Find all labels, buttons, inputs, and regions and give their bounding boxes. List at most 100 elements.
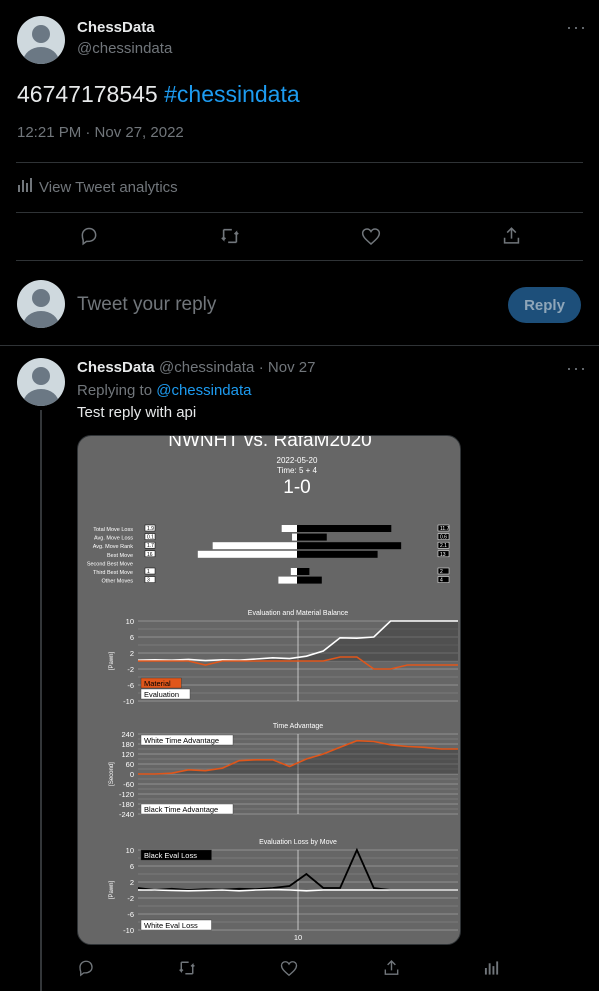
divider bbox=[16, 260, 583, 261]
stat-label: Other Moves bbox=[102, 579, 134, 585]
chart-svg: NWNHT vs. RafaM2020 2022-05-20 Time: 5 +… bbox=[87, 436, 458, 942]
y-tick-label: -2 bbox=[127, 665, 134, 674]
replying-handle-link[interactable]: @chessindata bbox=[156, 382, 251, 399]
stat-white-value: 1 bbox=[147, 569, 150, 575]
tweet-text-number: 46747178545 bbox=[17, 81, 158, 107]
stat-white-value: 1.9 bbox=[147, 526, 154, 532]
y-tick-label: 120 bbox=[121, 750, 134, 759]
chart-time-control: Time: 5 + 4 bbox=[277, 466, 317, 475]
stat-white-value: 16 bbox=[147, 552, 153, 558]
loss-chart: Evaluation Loss by Move 10 6 2 -2 -6 -10 [Pawn]… bbox=[109, 839, 458, 942]
y-tick-label: 240 bbox=[121, 730, 134, 739]
stat-bar-white bbox=[197, 550, 297, 558]
stat-bar-white bbox=[278, 576, 297, 584]
reply-reply-icon[interactable] bbox=[77, 959, 95, 977]
stat-bar-white bbox=[290, 568, 297, 575]
reply-author-handle[interactable]: @chessindata bbox=[159, 359, 254, 376]
legend-label: White Time Advantage bbox=[144, 736, 219, 745]
y-axis-label: [Pawn] bbox=[109, 651, 115, 670]
divider bbox=[16, 212, 583, 213]
retweet-icon[interactable] bbox=[219, 226, 241, 246]
reply-more-options-icon[interactable]: ··· bbox=[566, 359, 587, 377]
share-icon[interactable] bbox=[502, 226, 521, 246]
like-icon[interactable] bbox=[361, 227, 381, 246]
tweet-analytics-link[interactable]: View Tweet analytics bbox=[17, 178, 178, 196]
stat-bar-white bbox=[212, 542, 297, 550]
y-tick-label: -6 bbox=[127, 910, 134, 919]
stat-bar-black bbox=[297, 525, 392, 532]
reply-input[interactable] bbox=[77, 288, 487, 322]
reply-retweet-icon[interactable] bbox=[177, 959, 197, 977]
y-tick-label: -6 bbox=[127, 681, 134, 690]
stat-bar-black bbox=[297, 550, 378, 558]
y-tick-label: 6 bbox=[130, 633, 134, 642]
y-tick-label: -120 bbox=[119, 790, 134, 799]
y-tick-label: 6 bbox=[130, 862, 134, 871]
y-tick-label: -240 bbox=[119, 810, 134, 819]
reply-date[interactable]: · Nov 27 bbox=[259, 359, 316, 376]
stat-black-value: 2 bbox=[440, 569, 443, 575]
replying-prefix: Replying to bbox=[77, 382, 153, 399]
stat-bar-black bbox=[297, 576, 322, 584]
reply-icon[interactable] bbox=[79, 226, 99, 246]
time-chart: Time Advantage 240180120600-60-120-180-24… bbox=[109, 723, 458, 819]
reply-header: ChessData @chessindata · Nov 27 bbox=[77, 359, 315, 377]
stat-bar-black bbox=[297, 542, 402, 550]
stat-black-value: 0.6 bbox=[440, 535, 447, 541]
chart-title: Evaluation Loss by Move bbox=[259, 839, 337, 846]
stat-label: Avg. Move Rank bbox=[93, 544, 134, 550]
stat-white-value: 0.1 bbox=[147, 535, 154, 541]
reply-analytics-icon[interactable] bbox=[484, 961, 500, 975]
y-tick-label: 0 bbox=[130, 770, 134, 779]
stat-bar-black bbox=[297, 568, 310, 575]
analytics-label: View Tweet analytics bbox=[39, 178, 178, 196]
y-tick-label: -10 bbox=[123, 926, 134, 935]
stat-black-value: 2.1 bbox=[440, 543, 447, 549]
stat-label: Total Move Loss bbox=[93, 527, 133, 533]
divider bbox=[0, 345, 599, 346]
y-tick-label: 2 bbox=[130, 649, 134, 658]
legend-label: Black Eval Loss bbox=[144, 851, 197, 860]
stats-table: Total Move Loss 1.9 11.7 Avg. Move Loss 0.1 0… bbox=[87, 524, 450, 585]
stat-label: Avg. Move Loss bbox=[94, 536, 133, 542]
y-tick-label: -60 bbox=[123, 780, 134, 789]
thread-line bbox=[40, 410, 42, 991]
user-avatar[interactable] bbox=[17, 280, 65, 328]
reply-like-icon[interactable] bbox=[280, 960, 298, 977]
more-options-icon[interactable]: ··· bbox=[566, 18, 587, 36]
legend-label: Material bbox=[144, 679, 171, 688]
chart-game-date: 2022-05-20 bbox=[277, 456, 318, 465]
reply-share-icon[interactable] bbox=[383, 959, 400, 977]
stat-black-value: 4 bbox=[440, 578, 443, 584]
stat-label: Best Move bbox=[107, 553, 133, 559]
chart-result: 1-0 bbox=[283, 477, 310, 498]
reply-author-avatar[interactable] bbox=[17, 358, 65, 406]
stat-bar-black bbox=[297, 533, 327, 541]
tweet-text: 46747178545 #chessindata bbox=[17, 81, 300, 108]
reply-author-name[interactable]: ChessData bbox=[77, 359, 155, 376]
analytics-icon bbox=[17, 178, 34, 196]
stat-bar-white bbox=[292, 533, 297, 541]
author-name[interactable]: ChessData bbox=[77, 19, 155, 36]
chart-title: Time Advantage bbox=[273, 723, 323, 730]
y-tick-label: 2 bbox=[130, 878, 134, 887]
hashtag-link[interactable]: #chessindata bbox=[164, 81, 300, 107]
eval-chart: Evaluation and Material Balance 10 6 2 -2 -6 -… bbox=[109, 610, 458, 706]
y-axis-label: [Pawn] bbox=[109, 880, 115, 899]
author-handle[interactable]: @chessindata bbox=[77, 40, 172, 57]
chart-image[interactable]: NWNHT vs. RafaM2020 2022-05-20 Time: 5 +… bbox=[77, 435, 461, 945]
legend-label: White Eval Loss bbox=[144, 921, 198, 930]
stat-black-value: 13 bbox=[440, 552, 446, 558]
reply-text: Test reply with api bbox=[77, 404, 197, 421]
y-tick-label: -10 bbox=[123, 697, 134, 706]
y-tick-label: -2 bbox=[127, 894, 134, 903]
reply-button[interactable]: Reply bbox=[508, 287, 581, 323]
stat-black-value: 11.7 bbox=[440, 526, 450, 532]
y-tick-label: 60 bbox=[126, 760, 134, 769]
author-avatar[interactable] bbox=[17, 16, 65, 64]
tweet-timestamp[interactable]: 12:21 PM · Nov 27, 2022 bbox=[17, 124, 184, 141]
legend-label: Evaluation bbox=[144, 690, 179, 699]
stat-bar-white bbox=[281, 525, 297, 532]
y-tick-label: 180 bbox=[121, 740, 134, 749]
chart-main-title: NWNHT vs. RafaM2020 bbox=[168, 436, 371, 451]
